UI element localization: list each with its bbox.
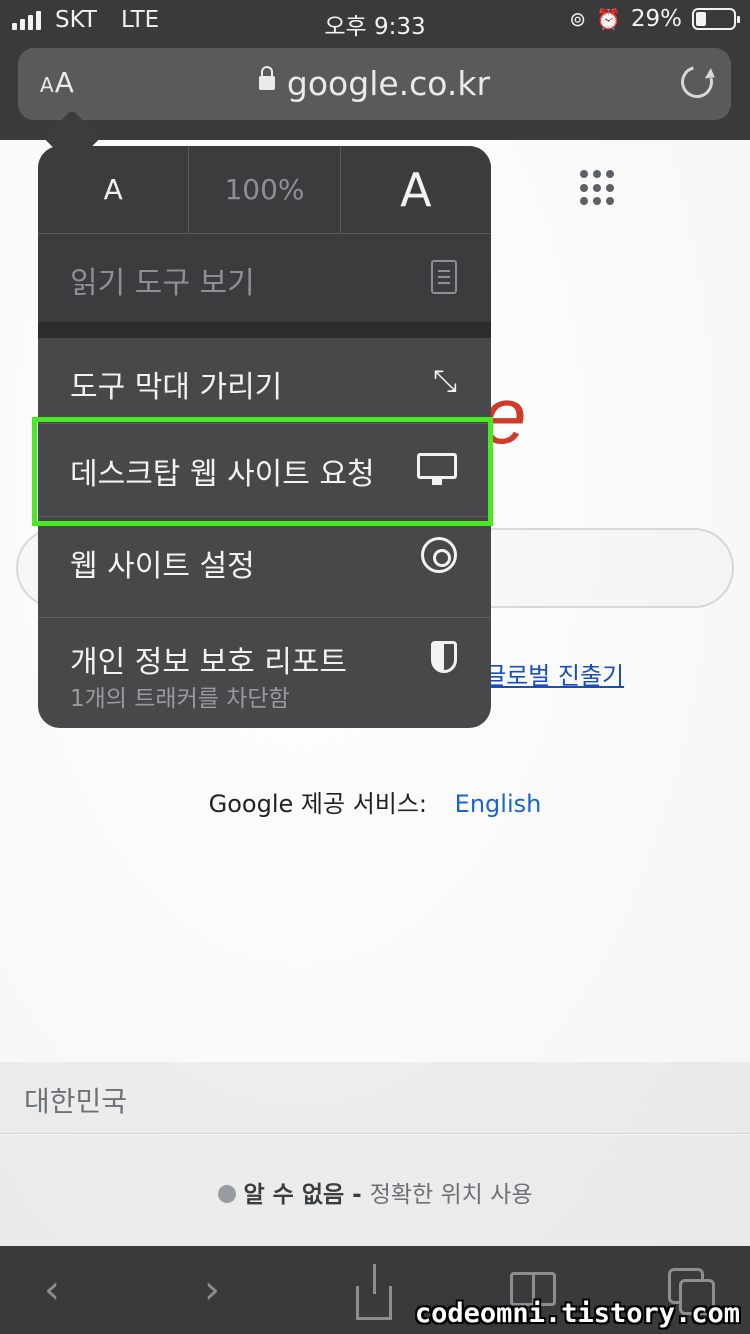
menu-separator [38, 322, 491, 338]
zoom-percent[interactable]: 100% [189, 146, 341, 233]
url-field[interactable]: google.co.kr [18, 64, 731, 103]
share-icon[interactable] [356, 1264, 392, 1320]
forward-icon[interactable]: › [204, 1268, 220, 1312]
country-label: 대한민국 [24, 1085, 128, 1118]
back-icon[interactable]: ‹ [44, 1268, 60, 1312]
menu-item-privacy-report[interactable]: 개인 정보 보호 리포트 1개의 트래커를 차단함 [38, 619, 491, 728]
zoom-increase-button[interactable]: A [341, 146, 491, 233]
english-link[interactable]: English [455, 790, 542, 818]
apps-grid-icon[interactable] [580, 170, 616, 206]
zoom-row: A 100% A [38, 146, 491, 234]
location-dash: - [344, 1182, 370, 1208]
alarm-icon: ⏰ [595, 7, 621, 31]
offered-in-label: Google 제공 서비스: [208, 790, 428, 818]
location-status: 알 수 없음 [243, 1182, 345, 1208]
zoom-decrease-button[interactable]: A [38, 146, 190, 233]
menu-item-website-settings[interactable]: 웹 사이트 설정 [38, 517, 491, 618]
reader-icon [431, 260, 457, 294]
menu-item-hide-toolbar[interactable]: 도구 막대 가리기 ⤡ [38, 338, 491, 424]
privacy-report-subtitle: 1개의 트래커를 차단함 [70, 686, 290, 712]
status-right: ⊚ ⏰ 29% [569, 6, 740, 32]
url-text: google.co.kr [286, 64, 491, 103]
watermark: codeomni.tistory.com [414, 1298, 740, 1329]
global-link[interactable]: 글로벌 진출기 [484, 656, 624, 691]
footer-location: 알 수 없음 - 정확한 위치 사용 [0, 1135, 750, 1246]
highlight-box [32, 417, 493, 526]
address-bar[interactable]: AA google.co.kr [18, 48, 731, 120]
battery-icon [692, 8, 740, 30]
orientation-lock-icon: ⊚ [569, 7, 586, 31]
browser-top-bar: SKT LTE 오후 9:33 ⊚ ⏰ 29% AA google.co.kr [0, 0, 750, 140]
lock-icon [258, 65, 275, 90]
location-dot-icon [217, 1184, 236, 1203]
menu-item-reader[interactable]: 읽기 도구 보기 [38, 234, 491, 322]
language-line: Google 제공 서비스: English [0, 784, 750, 819]
status-bar: SKT LTE 오후 9:33 ⊚ ⏰ 29% [0, 0, 750, 44]
location-line: 알 수 없음 - 정확한 위치 사용 [0, 1175, 750, 1209]
battery-fill [696, 12, 706, 26]
precise-location-link[interactable]: 정확한 위치 사용 [370, 1182, 533, 1208]
gear-icon [421, 537, 457, 573]
battery-percent: 29% [630, 6, 682, 32]
expand-arrows-icon: ⤡ [433, 364, 457, 399]
shield-icon [431, 641, 457, 673]
footer-country: 대한민국 [0, 1062, 750, 1134]
